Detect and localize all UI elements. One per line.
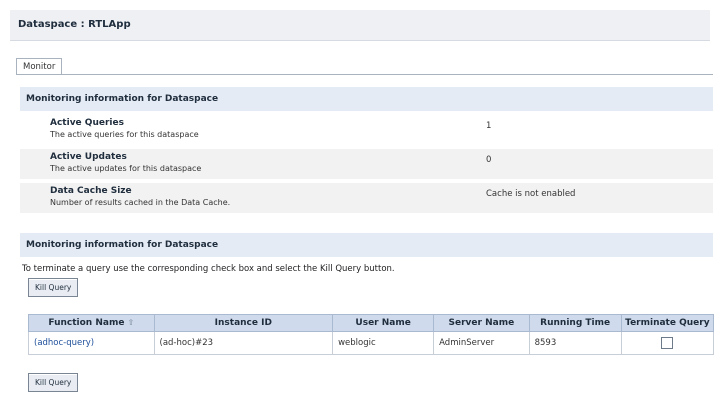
info-description: Number of results cached in the Data Cac… [50, 198, 231, 207]
info-row-data-cache-size: Data Cache Size Number of results cached… [20, 183, 713, 213]
info-value: 1 [486, 121, 492, 131]
kill-query-button-bottom[interactable]: Kill Query [28, 373, 79, 392]
cell-server-name: AdminServer [433, 331, 530, 355]
column-header-server-name[interactable]: Server Name [433, 314, 530, 332]
queries-table: Function Name ⇧ Instance ID User Name Ser… [28, 314, 715, 355]
cell-instance-id: (ad-hoc)#23 [153, 331, 334, 355]
column-header-terminate-query[interactable]: Terminate Query [620, 314, 715, 332]
column-header-user-name[interactable]: User Name [332, 314, 435, 332]
info-label: Active Updates [50, 152, 127, 162]
cell-running-time: 8593 [528, 331, 622, 355]
function-name-link[interactable]: (adhoc-query) [34, 338, 94, 348]
tab-monitor[interactable]: Monitor [16, 58, 63, 75]
info-value: Cache is not enabled [486, 189, 576, 199]
cell-terminate-query [620, 331, 715, 355]
info-description: The active queries for this dataspace [50, 130, 199, 139]
terminate-query-checkbox[interactable] [661, 337, 674, 349]
cell-function-name[interactable]: (adhoc-query) [28, 331, 155, 355]
section-title: Monitoring information for Dataspace [26, 240, 219, 250]
info-description: The active updates for this dataspace [50, 164, 202, 173]
section-title: Monitoring information for Dataspace [26, 94, 219, 104]
instruction-text: To terminate a query use the correspondi… [22, 264, 395, 274]
cell-user-name: weblogic [332, 331, 435, 355]
column-header-running-time[interactable]: Running Time [528, 314, 622, 332]
info-label: Data Cache Size [50, 186, 132, 196]
info-row-active-updates: Active Updates The active updates for th… [20, 149, 713, 179]
info-row-active-queries: Active Queries The active queries for th… [20, 115, 713, 145]
page-title-bar: Dataspace : RTLApp [10, 10, 710, 41]
column-header-function-name[interactable]: Function Name ⇧ [28, 314, 155, 332]
page-title: Dataspace : RTLApp [18, 19, 131, 30]
sort-icon[interactable]: ⇧ [127, 318, 134, 327]
column-header-instance-id[interactable]: Instance ID [153, 314, 334, 332]
section-header-queries: Monitoring information for Dataspace [20, 233, 713, 257]
table-header-row: Function Name ⇧ Instance ID User Name Ser… [28, 314, 715, 332]
kill-query-button-top[interactable]: Kill Query [28, 278, 79, 297]
info-label: Active Queries [50, 118, 124, 128]
tab-divider [16, 74, 713, 75]
section-header-dataspace: Monitoring information for Dataspace [20, 87, 713, 111]
table-row: (adhoc-query) (ad-hoc)#23 weblogic Admin… [28, 331, 715, 355]
info-value: 0 [486, 155, 492, 165]
